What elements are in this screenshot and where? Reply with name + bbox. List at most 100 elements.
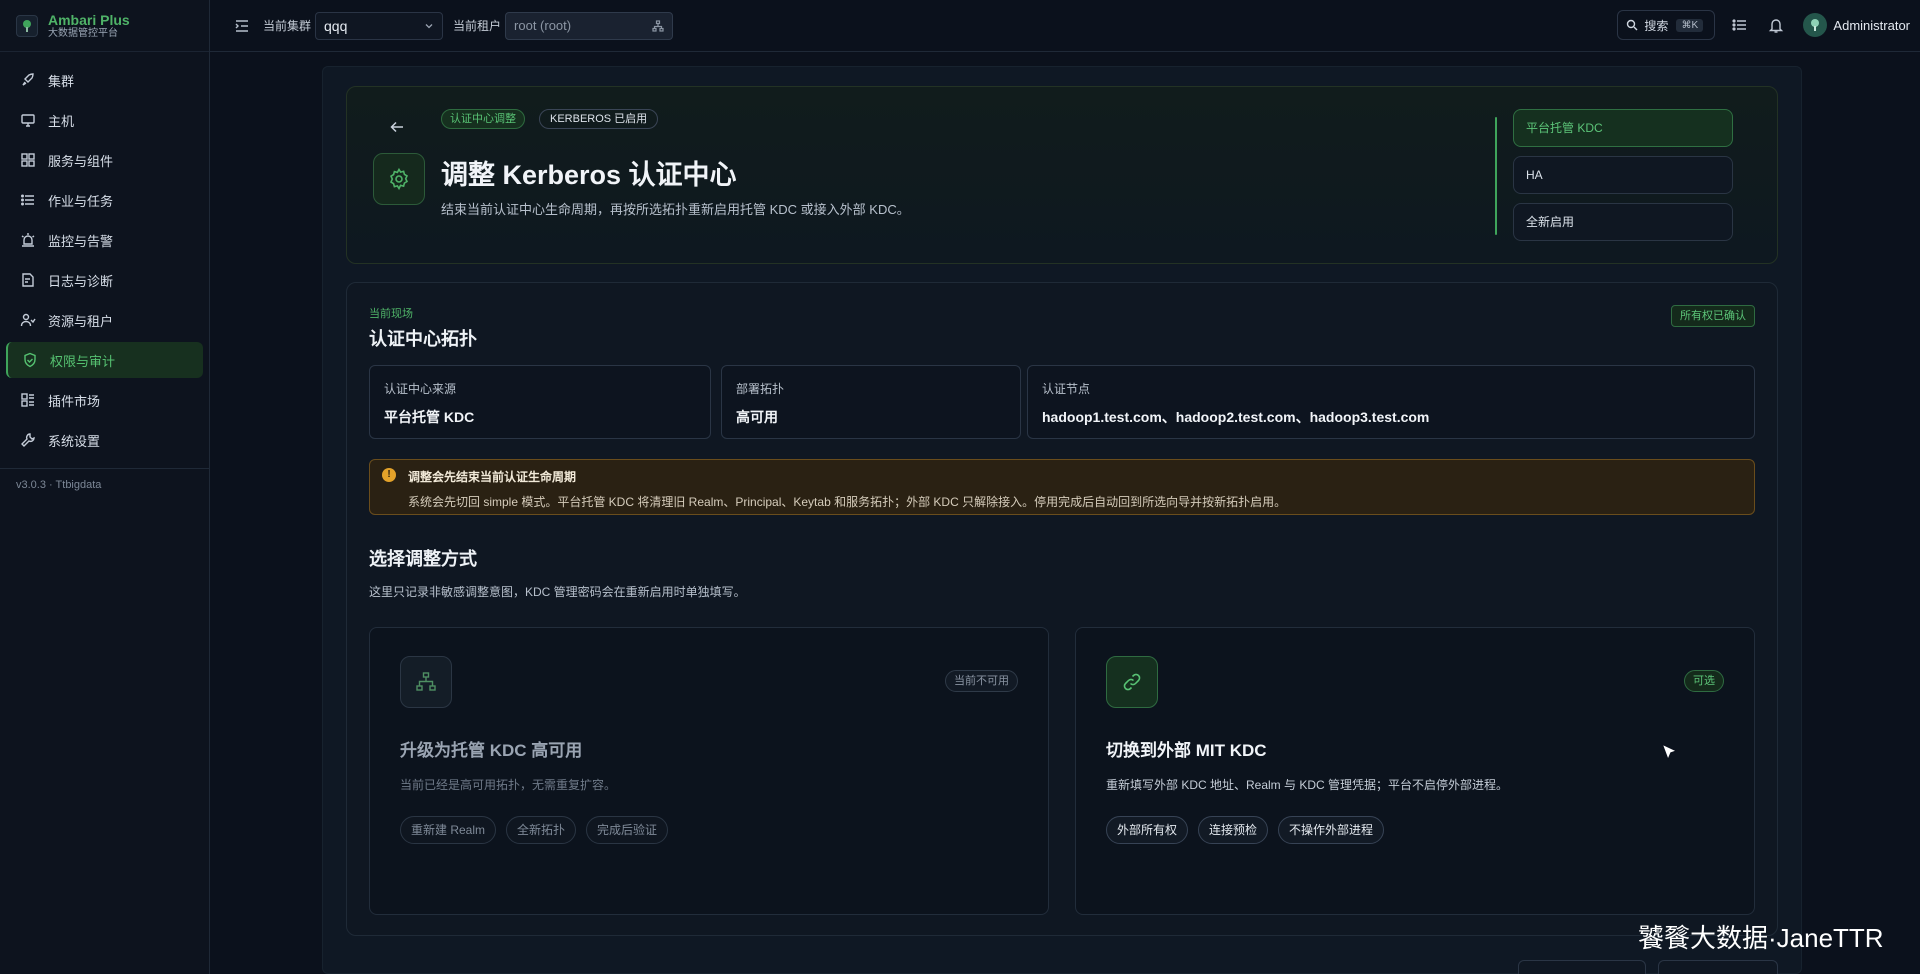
option-title: 切换到外部 MIT KDC bbox=[1106, 741, 1267, 760]
log-icon bbox=[20, 272, 36, 288]
option-chip: 连接预检 bbox=[1198, 816, 1269, 844]
step-ha[interactable]: HA bbox=[1513, 156, 1733, 194]
search-shortcut: ⌘K bbox=[1676, 18, 1704, 32]
sidebar-item-label: 权限与审计 bbox=[50, 353, 116, 369]
chevron-down-icon bbox=[424, 21, 434, 31]
adjust-section-title: 选择调整方式 bbox=[369, 549, 477, 569]
gear-icon bbox=[373, 153, 425, 205]
option-title: 升级为托管 KDC 高可用 bbox=[400, 741, 583, 760]
wrench-icon bbox=[20, 432, 36, 448]
sidebar-item-label: 主机 bbox=[48, 113, 75, 129]
cluster-label: 当前集群 bbox=[263, 19, 312, 33]
users-icon bbox=[20, 312, 36, 328]
sidebar-item-logs[interactable]: 日志与诊断 bbox=[6, 262, 203, 298]
logo-icon bbox=[16, 14, 38, 37]
shield-icon bbox=[22, 352, 38, 368]
warning-text: 系统会先切回 simple 模式。平台托管 KDC 将清理旧 Realm、Pri… bbox=[408, 495, 1287, 509]
warning-alert: ! 调整会先结束当前认证生命周期 系统会先切回 simple 模式。平台托管 K… bbox=[369, 459, 1755, 515]
info-card-nodes: 认证节点 hadoop1.test.com、hadoop2.test.com、h… bbox=[1027, 365, 1755, 439]
sidebar-item-label: 集群 bbox=[48, 73, 75, 89]
info-card-value: hadoop1.test.com、hadoop2.test.com、hadoop… bbox=[1042, 409, 1430, 425]
footer-button-primary[interactable] bbox=[1658, 960, 1778, 974]
search-label: 搜索 bbox=[1644, 18, 1669, 33]
warning-title: 调整会先结束当前认证生命周期 bbox=[408, 470, 577, 484]
grid-icon bbox=[20, 152, 36, 168]
option-status-badge: 当前不可用 bbox=[945, 670, 1018, 692]
option-chips: 外部所有权 连接预检 不操作外部进程 bbox=[1106, 816, 1394, 844]
sidebar: Ambari Plus 大数据管控平台 集群 主机 服务与组件 作业与任务 监控… bbox=[0, 0, 210, 974]
search-icon bbox=[1626, 19, 1638, 31]
link-icon bbox=[1106, 656, 1158, 708]
topbar-actions: 搜索 ⌘K Administrator bbox=[1617, 10, 1910, 40]
sidebar-item-resources[interactable]: 资源与租户 bbox=[6, 302, 203, 338]
sidebar-item-label: 作业与任务 bbox=[48, 193, 114, 209]
alarm-icon bbox=[20, 232, 36, 248]
avatar[interactable] bbox=[1803, 13, 1828, 37]
page-header: 认证中心调整 KERBEROS 已启用 调整 Kerberos 认证中心 结束当… bbox=[346, 86, 1778, 264]
sidebar-item-label: 资源与租户 bbox=[48, 313, 114, 329]
app-version: v3.0.3 · Ttbigdata bbox=[16, 479, 102, 491]
topology-icon bbox=[400, 656, 452, 708]
cluster-select[interactable]: qqq bbox=[315, 11, 444, 40]
tenant-field-value: root (root) bbox=[514, 18, 572, 33]
adjust-section-description: 这里只记录非敏感调整意图，KDC 管理密码会在重新启用时单独填写。 bbox=[369, 585, 746, 599]
brand[interactable]: Ambari Plus 大数据管控平台 bbox=[0, 0, 209, 52]
info-card-label: 认证节点 bbox=[1042, 382, 1091, 396]
option-chip: 重新建 Realm bbox=[400, 816, 497, 844]
page-title: 调整 Kerberos 认证中心 bbox=[441, 160, 737, 190]
plugin-icon bbox=[20, 392, 36, 408]
bell-icon[interactable] bbox=[1767, 16, 1785, 34]
mouse-cursor-icon bbox=[1660, 742, 1680, 763]
info-card-value: 高可用 bbox=[736, 409, 778, 425]
sidebar-item-jobs[interactable]: 作业与任务 bbox=[6, 182, 203, 218]
option-status-badge: 可选 bbox=[1684, 670, 1724, 692]
info-card-label: 认证中心来源 bbox=[384, 382, 457, 396]
sidebar-toggle-icon[interactable] bbox=[233, 17, 251, 35]
sidebar-item-cluster[interactable]: 集群 bbox=[6, 62, 203, 98]
cluster-select-value: qqq bbox=[324, 17, 348, 34]
back-arrow-icon[interactable] bbox=[389, 119, 405, 135]
info-card-source: 认证中心来源 平台托管 KDC bbox=[369, 365, 711, 439]
option-card-external-kdc[interactable]: 可选 切换到外部 MIT KDC 重新填写外部 KDC 地址、Realm 与 K… bbox=[1075, 627, 1755, 915]
section-title: 认证中心拓扑 bbox=[369, 329, 477, 349]
option-chip: 全新拓扑 bbox=[506, 816, 577, 844]
task-list-icon[interactable] bbox=[1731, 16, 1749, 34]
sidebar-item-host[interactable]: 主机 bbox=[6, 102, 203, 138]
rocket-icon bbox=[20, 72, 36, 88]
option-chip: 外部所有权 bbox=[1106, 816, 1189, 844]
footer-button-secondary[interactable] bbox=[1518, 960, 1646, 974]
sidebar-item-plugins[interactable]: 插件市场 bbox=[6, 382, 203, 418]
section-eyebrow: 当前现场 bbox=[369, 308, 413, 320]
sidebar-nav: 集群 主机 服务与组件 作业与任务 监控与告警 日志与诊断 资源与租户 权限与审… bbox=[0, 52, 209, 458]
search-button[interactable]: 搜索 ⌘K bbox=[1617, 10, 1716, 40]
info-card-value: 平台托管 KDC bbox=[384, 409, 475, 425]
option-description: 当前已经是高可用拓扑，无需重复扩容。 bbox=[400, 778, 617, 792]
status-tag-kerberos: KERBEROS 已启用 bbox=[539, 109, 659, 129]
topbar: 当前集群 qqq 当前租户 root (root) 搜索 ⌘K Administ… bbox=[210, 0, 1920, 52]
step-managed-kdc[interactable]: 平台托管 KDC bbox=[1513, 109, 1733, 147]
monitor-icon bbox=[20, 112, 36, 128]
sidebar-item-label: 插件市场 bbox=[48, 393, 101, 409]
sidebar-item-label: 监控与告警 bbox=[48, 233, 114, 249]
option-description: 重新填写外部 KDC 地址、Realm 与 KDC 管理凭据；平台不启停外部进程… bbox=[1106, 778, 1509, 792]
status-tag-adjust: 认证中心调整 bbox=[441, 109, 525, 129]
option-chip: 不操作外部进程 bbox=[1278, 816, 1385, 844]
info-card-label: 部署拓扑 bbox=[736, 382, 785, 396]
warning-icon: ! bbox=[382, 468, 396, 482]
sidebar-item-permissions[interactable]: 权限与审计 bbox=[6, 342, 203, 378]
tenant-field[interactable]: root (root) bbox=[505, 11, 674, 40]
sidebar-item-monitoring[interactable]: 监控与告警 bbox=[6, 222, 203, 258]
org-tree-icon bbox=[652, 19, 664, 32]
topology-panel: 当前现场 认证中心拓扑 所有权已确认 认证中心来源 平台托管 KDC 部署拓扑 … bbox=[346, 282, 1778, 936]
tenant-label: 当前租户 bbox=[453, 19, 502, 33]
step-fresh-enable[interactable]: 全新启用 bbox=[1513, 203, 1733, 241]
user-name[interactable]: Administrator bbox=[1833, 18, 1910, 33]
list-icon bbox=[20, 192, 36, 208]
option-chip: 完成后验证 bbox=[586, 816, 669, 844]
brand-subtitle: 大数据管控平台 bbox=[48, 27, 118, 39]
option-card-managed-ha[interactable]: 当前不可用 升级为托管 KDC 高可用 当前已经是高可用拓扑，无需重复扩容。 重… bbox=[369, 627, 1049, 915]
sidebar-item-services[interactable]: 服务与组件 bbox=[6, 142, 203, 178]
sidebar-item-label: 日志与诊断 bbox=[48, 273, 114, 289]
sidebar-item-label: 服务与组件 bbox=[48, 153, 114, 169]
sidebar-item-settings[interactable]: 系统设置 bbox=[6, 422, 203, 458]
